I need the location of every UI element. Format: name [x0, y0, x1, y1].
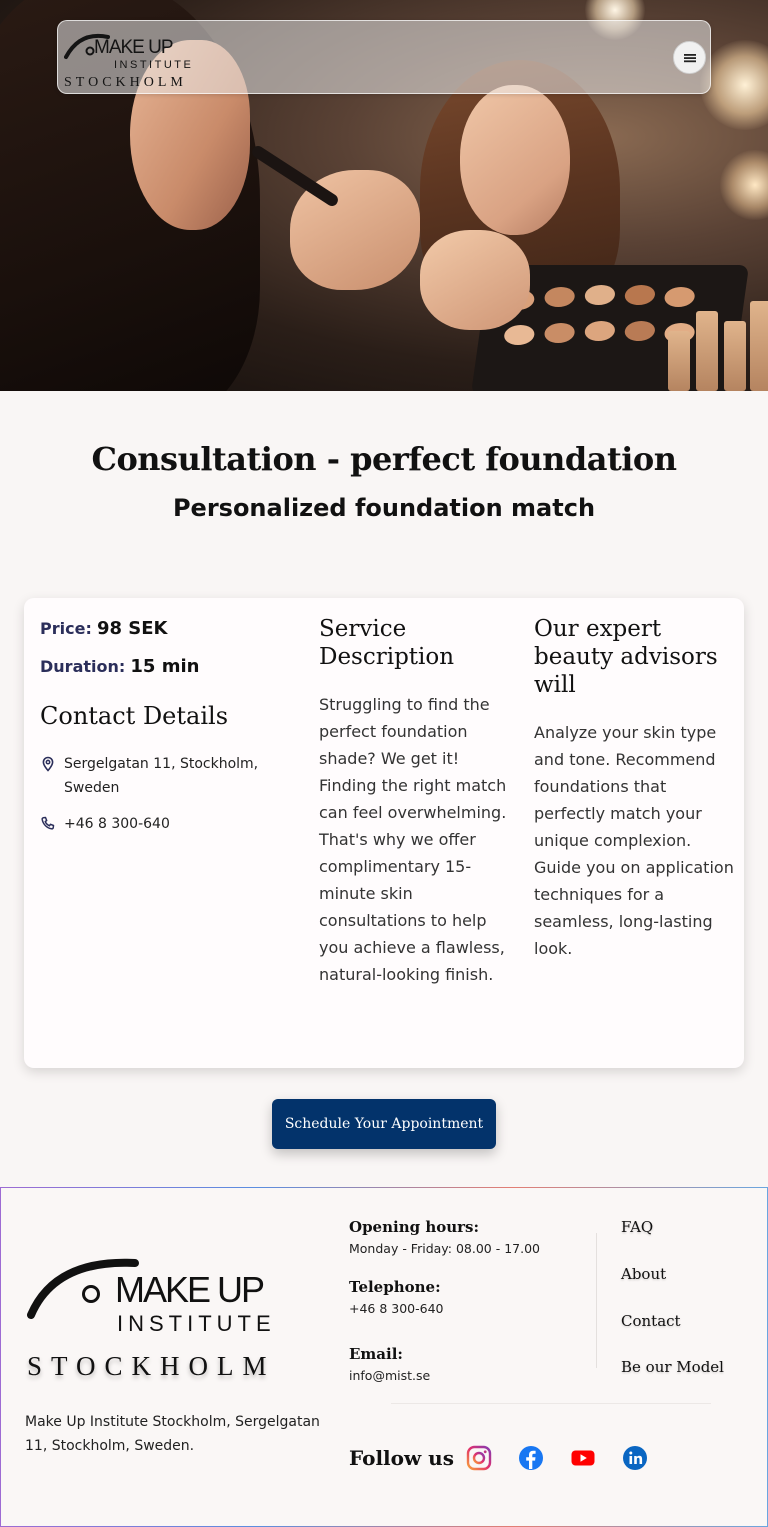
- top-navbar: MAKE UP INSTITUTE STOCKHOLM: [57, 20, 711, 94]
- instagram-link[interactable]: [466, 1445, 492, 1471]
- page-title: Consultation - perfect foundation: [91, 440, 677, 478]
- hours-label: Opening hours:: [349, 1218, 480, 1236]
- footer-link-contact[interactable]: Contact: [621, 1312, 681, 1330]
- duration-row: Duration: 15 min: [40, 656, 199, 677]
- description-heading: Service Description: [319, 616, 455, 670]
- advisors-heading: Our expert beauty advisors will: [534, 616, 718, 698]
- youtube-link[interactable]: [570, 1445, 596, 1471]
- footer-logo[interactable]: MAKE UP INSTITUTE STOCKHOLM: [27, 1253, 277, 1383]
- duration-label: Duration:: [40, 657, 126, 676]
- footer-separator: [391, 1403, 711, 1404]
- hours-value: Monday - Friday: 08.00 - 17.00: [349, 1241, 540, 1256]
- facebook-link[interactable]: [518, 1445, 544, 1471]
- email-label: Email:: [349, 1345, 403, 1363]
- footer-link-about[interactable]: About: [621, 1265, 666, 1283]
- page-subtitle: Personalized foundation match: [172, 494, 596, 522]
- hamburger-menu-icon: [683, 53, 696, 62]
- footer-address: Make Up Institute Stockholm, Sergelgatan…: [25, 1414, 320, 1454]
- footer-logo-city: STOCKHOLM: [27, 1351, 276, 1381]
- phone-text: +46 8 300-640: [64, 816, 170, 832]
- footer-logo-institute: INSTITUTE: [117, 1311, 276, 1336]
- service-card: Price: 98 SEK Duration: 15 min Contact D…: [24, 598, 744, 1068]
- email-value[interactable]: info@mist.se: [349, 1368, 430, 1383]
- schedule-appointment-button[interactable]: Schedule Your Appointment: [272, 1099, 496, 1149]
- logo-city: STOCKHOLM: [64, 75, 187, 90]
- contact-heading: Contact Details: [40, 702, 229, 730]
- phone-icon: [41, 816, 55, 830]
- price-label: Price:: [40, 619, 92, 638]
- logo-make-up: MAKE UP: [94, 37, 174, 58]
- facebook-icon: [519, 1446, 543, 1470]
- address-text: Sergelgatan 11, Stockholm, Sweden: [64, 756, 259, 796]
- linkedin-link[interactable]: [622, 1445, 648, 1471]
- menu-button[interactable]: [673, 41, 706, 74]
- instagram-icon: [466, 1445, 492, 1471]
- telephone-value[interactable]: +46 8 300-640: [349, 1301, 444, 1316]
- duration-value: 15 min: [130, 656, 200, 677]
- header-logo[interactable]: MAKE UP INSTITUTE STOCKHOLM: [64, 27, 191, 90]
- price-row: Price: 98 SEK: [40, 618, 167, 639]
- linkedin-icon: [623, 1446, 647, 1470]
- logo-dot-icon: [82, 1285, 100, 1303]
- footer: MAKE UP INSTITUTE STOCKHOLM Make Up Inst…: [0, 1187, 768, 1527]
- location-pin-icon: [42, 756, 54, 772]
- youtube-icon: [571, 1450, 595, 1466]
- footer-logo-make-up: MAKE UP: [115, 1269, 265, 1310]
- contact-address: Sergelgatan 11, Stockholm, Sweden: [40, 752, 300, 802]
- contact-phone[interactable]: +46 8 300-640: [40, 812, 300, 836]
- footer-divider: [596, 1233, 597, 1368]
- price-value: 98 SEK: [96, 618, 168, 639]
- telephone-label: Telephone:: [349, 1278, 441, 1296]
- logo-institute: INSTITUTE: [114, 59, 194, 71]
- footer-link-be-our-model[interactable]: Be our Model: [621, 1358, 724, 1376]
- advisors-text: Analyze your skin type and tone. Recomme…: [534, 723, 734, 958]
- follow-us-label: Follow us: [349, 1446, 454, 1470]
- description-text: Struggling to find the perfect foundatio…: [319, 695, 507, 984]
- footer-link-faq[interactable]: FAQ: [621, 1218, 653, 1236]
